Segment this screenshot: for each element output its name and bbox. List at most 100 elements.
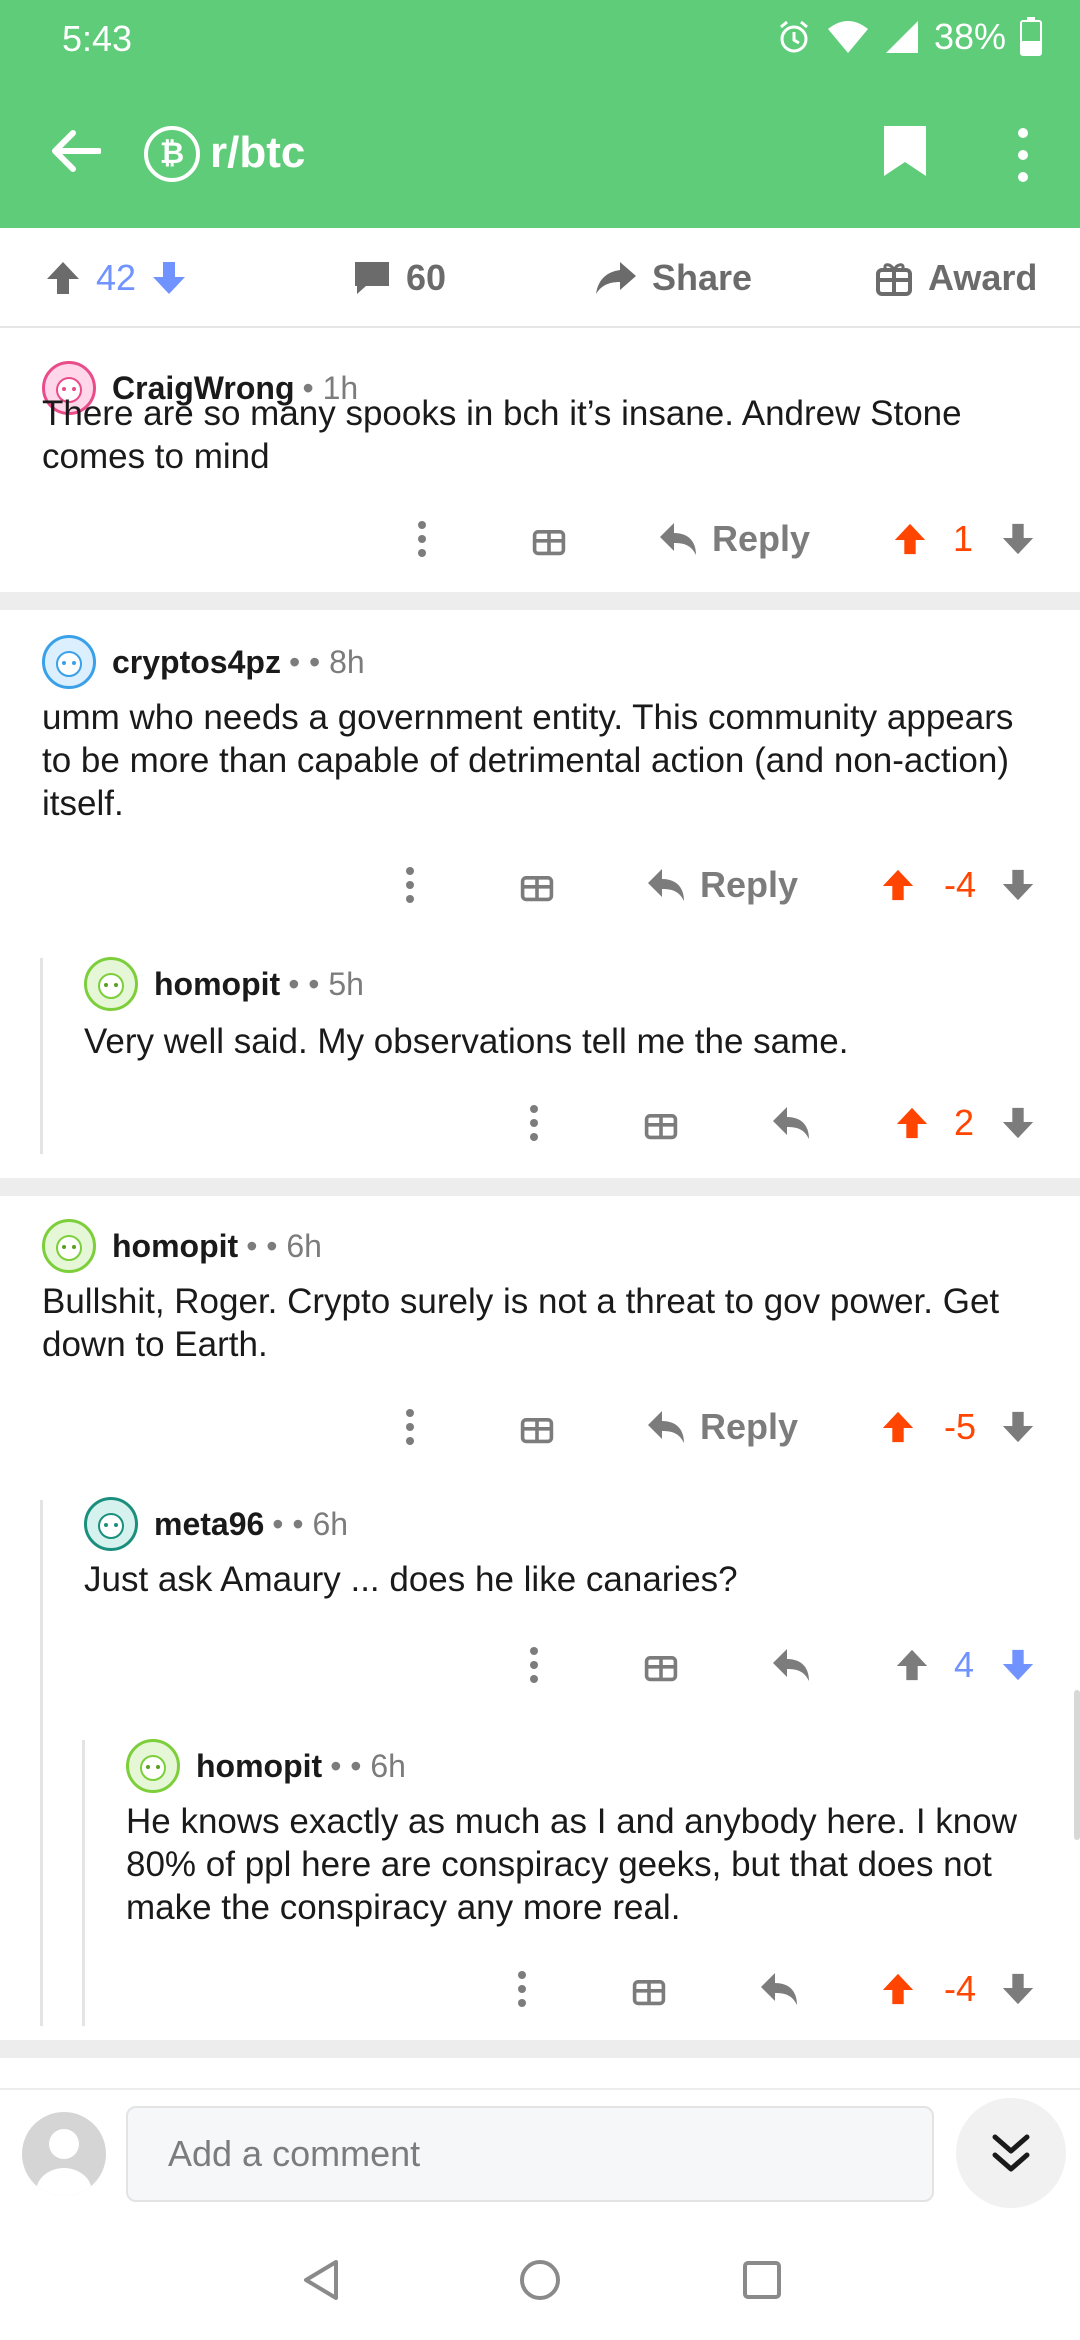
more-vertical-icon xyxy=(418,521,426,557)
post-vote: 42 xyxy=(44,228,188,328)
comment-author[interactable]: homopit xyxy=(112,1228,238,1265)
overflow-menu-button[interactable] xyxy=(1000,122,1046,188)
comment-author[interactable]: meta96 xyxy=(154,1506,264,1543)
more-options-button[interactable] xyxy=(512,1630,556,1700)
comment-header: homopit • • 6h xyxy=(126,1736,406,1796)
comment-body: Just ask Amaury ... does he like canarie… xyxy=(84,1560,738,1599)
upvote-button[interactable] xyxy=(878,850,918,920)
more-vertical-icon xyxy=(530,1647,538,1683)
back-arrow-icon xyxy=(52,130,101,172)
user-avatar[interactable] xyxy=(22,2112,106,2196)
comment-author[interactable]: cryptos4pz xyxy=(112,644,281,681)
more-options-button[interactable] xyxy=(400,504,444,574)
nav-back-button[interactable] xyxy=(292,2250,352,2310)
upvote-icon xyxy=(882,1973,914,2005)
wifi-icon xyxy=(826,19,870,55)
comment-score: 1 xyxy=(952,518,974,559)
reply-button[interactable]: Reply xyxy=(642,1392,802,1462)
add-comment-input[interactable] xyxy=(126,2106,934,2202)
downvote-button[interactable] xyxy=(998,1392,1038,1462)
comments-count-button[interactable]: 60 xyxy=(352,228,446,328)
subreddit-name[interactable]: r/btc xyxy=(210,128,305,178)
nav-recents-button[interactable] xyxy=(732,2250,792,2310)
downvote-icon xyxy=(1002,1973,1034,2005)
upvote-button[interactable] xyxy=(892,1088,932,1158)
downvote-button[interactable] xyxy=(998,504,1038,574)
upvote-icon[interactable] xyxy=(44,259,82,297)
collapse-button[interactable] xyxy=(956,2098,1066,2208)
share-icon xyxy=(596,262,636,294)
more-vertical-icon xyxy=(518,1971,526,2007)
reply-button[interactable] xyxy=(766,1630,816,1700)
triangle-back-icon xyxy=(304,2260,338,2300)
comment: homopit • • 5h Very well said. My observ… xyxy=(0,950,1080,1170)
upvote-button[interactable] xyxy=(878,1392,918,1462)
avatar[interactable] xyxy=(126,1739,180,1793)
comment-author[interactable]: homopit xyxy=(196,1748,322,1785)
comment-composer-bar xyxy=(0,2088,1080,2220)
comment-score: -4 xyxy=(943,864,976,905)
comment-actions: -4 xyxy=(0,1954,1080,2024)
comment-header: cryptos4pz • • 8h xyxy=(42,632,365,692)
award-button[interactable] xyxy=(512,1392,562,1462)
award-button[interactable] xyxy=(636,1088,686,1158)
reply-icon xyxy=(761,1973,797,2005)
comment-author[interactable]: homopit xyxy=(154,966,280,1003)
avatar[interactable] xyxy=(84,1497,138,1551)
comment-score: 4 xyxy=(953,1644,975,1685)
comment-divider xyxy=(0,2040,1080,2058)
downvote-button[interactable] xyxy=(998,1954,1038,2024)
avatar[interactable] xyxy=(84,957,138,1011)
downvote-button[interactable] xyxy=(998,1630,1038,1700)
back-button[interactable] xyxy=(40,116,110,186)
gift-icon xyxy=(520,1418,554,1444)
comment-meta: • • 5h xyxy=(288,965,364,1002)
upvote-button[interactable] xyxy=(878,1954,918,2024)
comment-divider xyxy=(0,1178,1080,1196)
dot xyxy=(1018,150,1028,160)
reply-button[interactable] xyxy=(754,1954,804,2024)
bookmark-button[interactable] xyxy=(880,122,940,186)
more-options-button[interactable] xyxy=(388,1392,432,1462)
downvote-icon[interactable] xyxy=(150,259,188,297)
downvote-button[interactable] xyxy=(998,1088,1038,1158)
comment-actions: 2 xyxy=(0,1088,1080,1158)
comment: CraigWrong • 1h There are so many spooks… xyxy=(0,328,1080,592)
more-vertical-icon xyxy=(406,1409,414,1445)
share-button[interactable]: Share xyxy=(594,228,752,328)
double-chevron-down-icon xyxy=(992,2134,1030,2172)
award-button[interactable] xyxy=(524,504,574,574)
comment-divider xyxy=(0,592,1080,610)
reply-icon xyxy=(647,869,684,901)
comment: cryptos4pz • • 8h umm who needs a govern… xyxy=(0,610,1080,905)
comments-count: 60 xyxy=(406,257,447,298)
award-button[interactable]: Award xyxy=(874,228,1037,328)
avatar[interactable] xyxy=(42,1219,96,1273)
award-button[interactable] xyxy=(624,1954,674,2024)
comment-score: 2 xyxy=(953,1102,975,1143)
avatar[interactable] xyxy=(42,635,96,689)
comment-actions: Reply -5 xyxy=(0,1392,1080,1462)
upvote-button[interactable] xyxy=(892,1630,932,1700)
reply-icon xyxy=(773,1107,809,1139)
comment: homopit • • 6h He knows exactly as much … xyxy=(0,1736,1080,2036)
more-options-button[interactable] xyxy=(388,850,432,920)
reply-button[interactable]: Reply xyxy=(654,504,814,574)
more-vertical-icon xyxy=(406,867,414,903)
downvote-button[interactable] xyxy=(998,850,1038,920)
upvote-icon xyxy=(896,1107,928,1139)
upvote-button[interactable] xyxy=(890,504,930,574)
downvote-icon xyxy=(1002,869,1034,901)
more-options-button[interactable] xyxy=(512,1088,556,1158)
award-button[interactable] xyxy=(512,850,562,920)
award-button[interactable] xyxy=(636,1630,686,1700)
comment-body: He knows exactly as much as I and anybod… xyxy=(126,1802,1018,1927)
reply-button[interactable]: Reply xyxy=(642,850,802,920)
more-options-button[interactable] xyxy=(500,1954,544,2024)
scrollbar-thumb[interactable] xyxy=(1074,1690,1080,1840)
comment-icon xyxy=(355,262,389,294)
post-score: 42 xyxy=(96,257,137,298)
reply-label: Reply xyxy=(699,864,799,905)
nav-home-button[interactable] xyxy=(510,2250,570,2310)
reply-button[interactable] xyxy=(766,1088,816,1158)
